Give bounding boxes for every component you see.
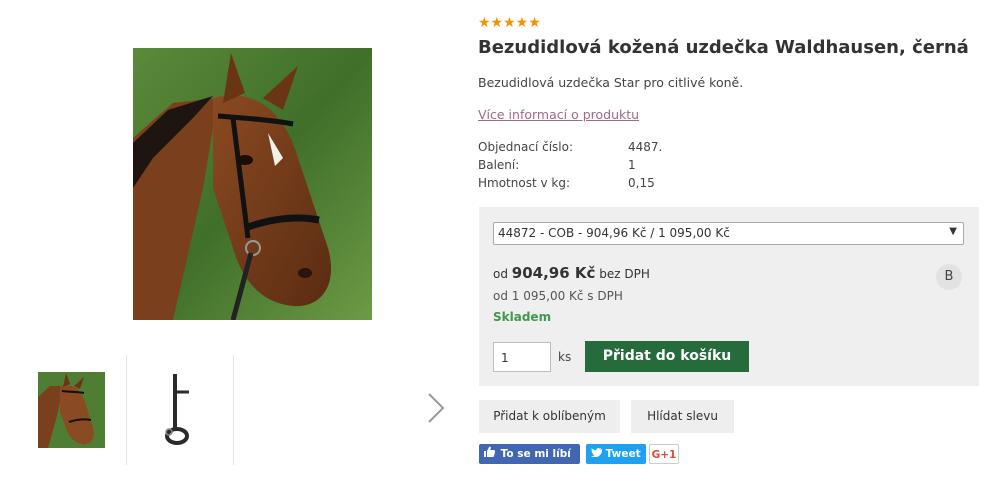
quantity-unit: ks xyxy=(558,350,572,364)
price-main: 904,96 Kč xyxy=(511,264,596,282)
twitter-bird-icon xyxy=(591,448,606,460)
spec-label: Objednací číslo: xyxy=(478,140,574,154)
spec-row: Objednací číslo: 4487. xyxy=(478,140,708,158)
spec-table: Objednací číslo: 4487. Balení: 1 Hmotnos… xyxy=(478,140,708,194)
gplus-button[interactable]: G+1 xyxy=(649,444,679,464)
more-info-link[interactable]: Více informací o produktu xyxy=(478,107,639,122)
quantity-input[interactable]: 1 xyxy=(493,342,551,372)
spec-row: Hmotnost v kg: 0,15 xyxy=(478,176,708,194)
availability-badge: B xyxy=(936,264,962,290)
price-suffix: bez DPH xyxy=(599,267,650,281)
spec-label: Hmotnost v kg: xyxy=(478,176,571,190)
add-to-cart-button[interactable]: Přidat do košíku xyxy=(585,341,749,372)
twitter-tweet-button[interactable]: Tweet xyxy=(586,444,646,464)
thumbnail-horse[interactable] xyxy=(25,355,125,465)
variant-select-value: 44872 - COB - 904,96 Kč / 1 095,00 Kč xyxy=(498,226,730,240)
price-incl-vat: od 1 095,00 Kč s DPH xyxy=(493,289,623,303)
buy-box: 44872 - COB - 904,96 Kč / 1 095,00 Kč ▼ … xyxy=(479,207,979,386)
product-description: Bezudidlová uzdečka Star pro citlivé kon… xyxy=(478,75,744,90)
thumbnail-strip xyxy=(25,355,240,465)
price-prefix: od xyxy=(493,267,508,281)
spec-label: Balení: xyxy=(478,158,520,172)
spec-value: 1 xyxy=(628,158,636,172)
product-title: Bezudidlová kožená uzdečka Waldhausen, č… xyxy=(478,37,969,58)
facebook-like-button[interactable]: To se mi líbí 0 xyxy=(479,444,580,480)
twitter-tweet-label: Tweet xyxy=(605,448,641,460)
watch-discount-button[interactable]: Hlídat slevu xyxy=(631,400,734,433)
add-favorite-button[interactable]: Přidat k oblíbeným xyxy=(479,400,620,433)
chevron-right-icon[interactable] xyxy=(423,390,447,426)
rating-stars: ★★★★★ xyxy=(478,15,541,31)
main-product-image[interactable] xyxy=(133,48,372,320)
price-excl-vat: od 904,96 Kč bez DPH xyxy=(493,264,650,282)
thumbnail-bridle[interactable] xyxy=(126,355,234,465)
spec-value: 4487. xyxy=(628,140,663,154)
variant-select[interactable]: 44872 - COB - 904,96 Kč / 1 095,00 Kč ▼ xyxy=(493,222,964,245)
facebook-thumb-icon xyxy=(483,444,497,464)
spec-row: Balení: 1 xyxy=(478,158,708,176)
spec-value: 0,15 xyxy=(628,176,655,190)
stock-status: Skladem xyxy=(493,310,552,324)
dropdown-arrow-icon: ▼ xyxy=(949,226,957,237)
